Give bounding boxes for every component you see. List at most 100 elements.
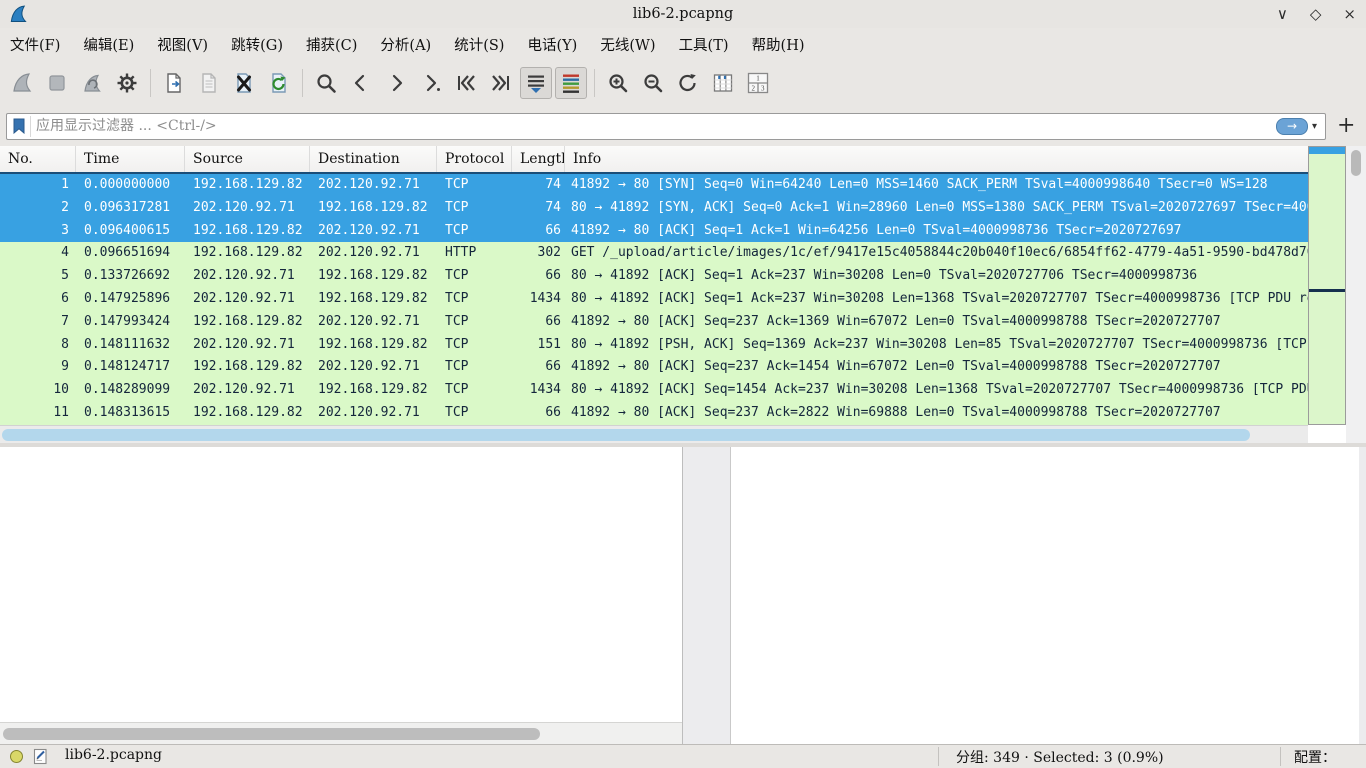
column-header-destination[interactable]: Destination [310,146,437,172]
filter-bookmark-icon[interactable] [7,116,31,137]
expert-info-icon[interactable] [10,750,23,763]
packet-cell-time: 0.000000000 [76,174,185,197]
go-to-packet-icon [419,71,443,95]
close-button[interactable]: × [1343,0,1356,28]
column-header-info[interactable]: Info [565,146,1308,172]
packet-cell-info: 41892 → 80 [ACK] Seq=237 Ack=1369 Win=67… [565,311,1308,334]
layout-button[interactable]: 123 [742,67,774,99]
packet-cell-time: 0.133726692 [76,265,185,288]
menu-bar: 文件(F) 编辑(E) 视图(V) 跳转(G) 捕获(C) 分析(A) 统计(S… [0,28,1366,60]
capture-comment-icon[interactable] [33,748,48,765]
packet-row[interactable]: 110.148313615192.168.129.82202.120.92.71… [0,402,1308,425]
packet-cell-protocol: TCP [437,220,512,243]
details-hscrollbar[interactable] [0,722,682,744]
menu-tools[interactable]: 工具(T) [677,32,731,57]
menu-telephony[interactable]: 电话(Y) [525,32,579,57]
packet-cell-protocol: TCP [437,174,512,197]
stop-capture-button[interactable] [41,67,73,99]
toolbar-separator [594,69,595,97]
status-filename: lib6-2.pcapng [65,747,162,763]
packet-bytes-pane[interactable] [730,447,1359,744]
packet-cell-info: 80 → 41892 [ACK] Seq=1454 Ack=237 Win=30… [565,379,1308,402]
filter-apply-button[interactable]: → [1276,118,1308,135]
packet-details-pane[interactable] [0,447,683,744]
menu-capture[interactable]: 捕获(C) [304,32,359,57]
packet-cell-destination: 202.120.92.71 [310,402,437,425]
resize-columns-button[interactable] [707,67,739,99]
menu-help[interactable]: 帮助(H) [750,32,807,57]
go-to-packet-button[interactable] [415,67,447,99]
display-filter-input[interactable] [31,115,1276,138]
hscrollbar-thumb[interactable] [2,429,1250,441]
vscrollbar-thumb[interactable] [1351,150,1361,176]
column-header-no[interactable]: No. [0,146,76,172]
go-forward-button[interactable] [380,67,412,99]
packet-cell-source: 202.120.92.71 [185,379,310,402]
column-header-source[interactable]: Source [185,146,310,172]
column-header-protocol[interactable]: Protocol [437,146,512,172]
minimize-button[interactable]: ∨ [1277,0,1288,28]
packet-cell-no: 2 [0,197,76,220]
resize-columns-icon [711,71,735,95]
filter-dropdown-icon[interactable]: ▾ [1312,121,1317,132]
packet-cell-no: 8 [0,334,76,357]
packet-cell-info: 80 → 41892 [ACK] Seq=1 Ack=237 Win=30208… [565,288,1308,311]
details-hscrollbar-thumb[interactable] [3,728,540,740]
zoom-reset-button[interactable] [672,67,704,99]
column-header-length[interactable]: Length [512,146,565,172]
menu-wireless[interactable]: 无线(W) [598,32,657,57]
maximize-button[interactable]: ◇ [1310,0,1322,28]
packet-row[interactable]: 30.096400615192.168.129.82202.120.92.71T… [0,220,1308,243]
packet-cell-no: 9 [0,356,76,379]
packet-list-vscrollbar[interactable] [1346,146,1366,443]
go-back-button[interactable] [345,67,377,99]
menu-analyze[interactable]: 分析(A) [378,32,433,57]
intelligent-scrollbar-minimap[interactable] [1308,146,1346,425]
reload-file-button[interactable] [263,67,295,99]
packet-list-hscrollbar[interactable] [0,425,1308,443]
menu-statistics[interactable]: 统计(S) [452,32,506,57]
save-file-button[interactable] [193,67,225,99]
find-packet-icon [314,71,338,95]
packet-row[interactable]: 80.148111632202.120.92.71192.168.129.82T… [0,334,1308,357]
packet-row[interactable]: 10.000000000192.168.129.82202.120.92.71T… [0,174,1308,197]
go-last-button[interactable] [485,67,517,99]
packet-cell-source: 202.120.92.71 [185,288,310,311]
close-file-icon [232,71,256,95]
packet-cell-no: 7 [0,311,76,334]
open-file-button[interactable] [158,67,190,99]
find-packet-button[interactable] [310,67,342,99]
zoom-in-button[interactable] [602,67,634,99]
menu-edit[interactable]: 编辑(E) [81,32,136,57]
capture-options-button[interactable] [111,67,143,99]
go-first-button[interactable] [450,67,482,99]
packet-cell-destination: 192.168.129.82 [310,197,437,220]
packet-row[interactable]: 20.096317281202.120.92.71192.168.129.82T… [0,197,1308,220]
menu-file[interactable]: 文件(F) [8,32,62,57]
status-profile[interactable]: 配置：Default [1294,747,1366,768]
packet-row[interactable]: 50.133726692202.120.92.71192.168.129.82T… [0,265,1308,288]
auto-scroll-button[interactable] [520,67,552,99]
packet-row[interactable]: 100.148289099202.120.92.71192.168.129.82… [0,379,1308,402]
packet-row[interactable]: 40.096651694192.168.129.82202.120.92.71H… [0,242,1308,265]
packet-cell-length: 66 [512,402,565,425]
packet-row[interactable]: 60.147925896202.120.92.71192.168.129.82T… [0,288,1308,311]
restart-capture-button[interactable] [76,67,108,99]
colorize-button[interactable] [555,67,587,99]
menu-view[interactable]: 视图(V) [155,32,210,57]
start-capture-button[interactable] [6,67,38,99]
packet-cell-protocol: TCP [437,402,512,425]
filter-add-button[interactable]: + [1337,116,1355,136]
zoom-out-button[interactable] [637,67,669,99]
packet-cell-source: 192.168.129.82 [185,242,310,265]
packet-row[interactable]: 90.148124717192.168.129.82202.120.92.71T… [0,356,1308,379]
close-file-button[interactable] [228,67,260,99]
menu-go[interactable]: 跳转(G) [229,32,285,57]
packet-row[interactable]: 70.147993424192.168.129.82202.120.92.71T… [0,311,1308,334]
packet-cell-info: 41892 → 80 [SYN] Seq=0 Win=64240 Len=0 M… [565,174,1308,197]
lower-panes [0,447,1366,744]
packet-cell-length: 66 [512,311,565,334]
column-header-time[interactable]: Time [76,146,185,172]
window-title: lib6-2.pcapng [0,6,1366,22]
colorize-icon [559,71,583,95]
